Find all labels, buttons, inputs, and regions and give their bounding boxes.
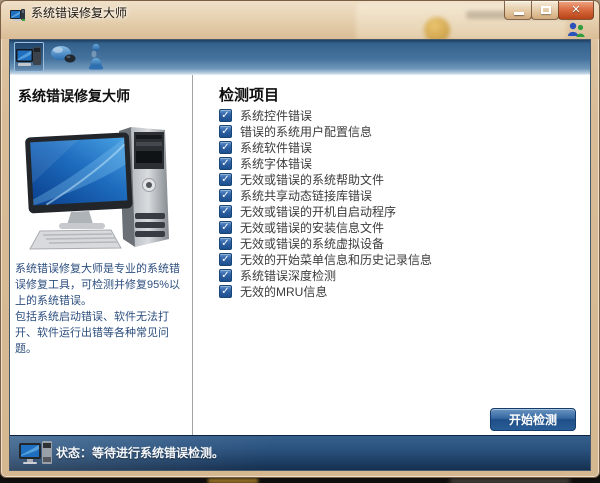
- detection-items-heading: 检测项目: [219, 87, 280, 104]
- detection-item-row[interactable]: ✓ 无效或错误的安装信息文件: [219, 221, 432, 235]
- window-title: 系统错误修复大师: [31, 6, 128, 20]
- system-repair-tool-icon: [16, 47, 41, 66]
- checkbox-checked-icon[interactable]: ✓: [219, 269, 232, 282]
- titlebar: 系统错误修复大师 ✕: [1, 1, 599, 39]
- description-paragraph: 包括系统启动错误、软件无法打开、软件运行出错等各种常见问题。: [15, 311, 169, 355]
- detection-item-label: 系统共享动态链接库错误: [240, 189, 373, 203]
- detection-item-label: 无效或错误的开机自启动程序: [240, 205, 397, 219]
- detection-item-row[interactable]: ✓ 系统字体错误: [219, 157, 432, 171]
- window-controls: ✕: [504, 1, 594, 20]
- detection-item-label: 错误的系统用户配置信息: [240, 125, 373, 139]
- detection-item-label: 系统字体错误: [240, 157, 313, 171]
- checkbox-checked-icon[interactable]: ✓: [219, 237, 232, 250]
- detection-item-row[interactable]: ✓ 系统控件错误: [219, 109, 432, 123]
- checkbox-checked-icon[interactable]: ✓: [219, 189, 232, 202]
- detection-item-row[interactable]: ✓ 无效的开始菜单信息和历史记录信息: [219, 253, 433, 267]
- checkbox-checked-icon[interactable]: ✓: [219, 141, 232, 154]
- detection-item-label: 无效的开始菜单信息和历史记录信息: [240, 253, 433, 267]
- close-button[interactable]: ✕: [558, 1, 594, 20]
- detection-item-label: 无效或错误的安装信息文件: [240, 221, 385, 235]
- detection-item-row[interactable]: ✓ 系统软件错误: [219, 141, 432, 155]
- detection-item-row[interactable]: ✓ 无效或错误的系统虚拟设备: [219, 237, 432, 251]
- detection-item-row[interactable]: ✓ 系统共享动态链接库错误: [219, 189, 432, 203]
- toolbar-mouse-button[interactable]: [50, 44, 77, 64]
- client-area: 系统错误修复大师 系统错误修复大师是专业的系统错误修复工具，可检测并修复95%以…: [9, 39, 591, 471]
- toolbar: [10, 40, 590, 75]
- detection-item-row[interactable]: ✓ 无效或错误的开机自启动程序: [219, 205, 432, 219]
- detection-item-label: 系统控件错误: [240, 109, 313, 123]
- detection-item-label: 无效或错误的系统虚拟设备: [240, 237, 385, 251]
- detection-item-label: 系统软件错误: [240, 141, 313, 155]
- maximize-button[interactable]: [531, 1, 559, 20]
- app-window: 系统错误修复大师 ✕ 系统错误修复大师 系统错误修复大师是专业的系统错误修复工具…: [0, 0, 600, 478]
- right-panel: 检测项目 ✓ 系统控件错误 ✓ 错误的系统用户配置信息 ✓ 系统软件错误 ✓ 系…: [193, 75, 590, 435]
- toolbar-system-repair-button[interactable]: [14, 42, 44, 72]
- maximize-icon: [541, 6, 551, 14]
- minimize-icon: [514, 12, 524, 15]
- detection-item-row[interactable]: ✓ 系统错误深度检测: [219, 269, 432, 283]
- detection-item-label: 无效的MRU信息: [240, 285, 328, 299]
- detection-item-label: 无效或错误的系统帮助文件: [240, 173, 385, 187]
- feedback-users-icon[interactable]: [567, 22, 586, 37]
- description-paragraph: 系统错误修复大师是专业的系统错误修复工具，可检测并修复95%以上的系统错误。: [15, 263, 181, 307]
- statusbar: 状态：等待进行系统错误检测。: [10, 435, 590, 470]
- desktop-computer-illustration: [25, 127, 169, 250]
- app-description: 系统错误修复大师是专业的系统错误修复工具，可检测并修复95%以上的系统错误。 包…: [15, 261, 190, 357]
- checkbox-checked-icon[interactable]: ✓: [219, 285, 232, 298]
- app-computer-icon: [10, 9, 25, 21]
- taskbar-glow: [208, 478, 258, 483]
- start-detection-button[interactable]: 开始检测: [490, 408, 576, 431]
- checkbox-checked-icon[interactable]: ✓: [219, 125, 232, 138]
- background-window-icon: [424, 17, 450, 39]
- app-title-heading: 系统错误修复大师: [18, 88, 130, 104]
- detection-item-row[interactable]: ✓ 错误的系统用户配置信息: [219, 125, 432, 139]
- checkbox-checked-icon[interactable]: ✓: [219, 109, 232, 122]
- checkbox-checked-icon[interactable]: ✓: [219, 221, 232, 234]
- checkbox-checked-icon[interactable]: ✓: [219, 205, 232, 218]
- detection-item-row[interactable]: ✓ 无效或错误的系统帮助文件: [219, 173, 432, 187]
- status-text: 状态：等待进行系统错误检测。: [56, 446, 225, 460]
- left-panel: 系统错误修复大师 系统错误修复大师是专业的系统错误修复工具，可检测并修复95%以…: [10, 75, 193, 435]
- checkbox-checked-icon[interactable]: ✓: [219, 157, 232, 170]
- checkbox-checked-icon[interactable]: ✓: [219, 173, 232, 186]
- checkbox-checked-icon[interactable]: ✓: [219, 253, 232, 266]
- detection-item-label: 系统错误深度检测: [240, 269, 337, 283]
- minimize-button[interactable]: [504, 1, 532, 20]
- assistant-icon: [92, 43, 100, 52]
- status-computer-icon: [19, 441, 52, 464]
- main-content: 系统错误修复大师 系统错误修复大师是专业的系统错误修复工具，可检测并修复95%以…: [10, 75, 590, 435]
- close-icon: ✕: [571, 4, 581, 16]
- detection-item-row[interactable]: ✓ 无效的MRU信息: [219, 285, 432, 299]
- taskbar-highlight: [450, 478, 570, 483]
- toolbar-assistant-button[interactable]: [86, 43, 106, 71]
- detection-checklist: ✓ 系统控件错误 ✓ 错误的系统用户配置信息 ✓ 系统软件错误 ✓ 系统字体错误…: [219, 109, 432, 301]
